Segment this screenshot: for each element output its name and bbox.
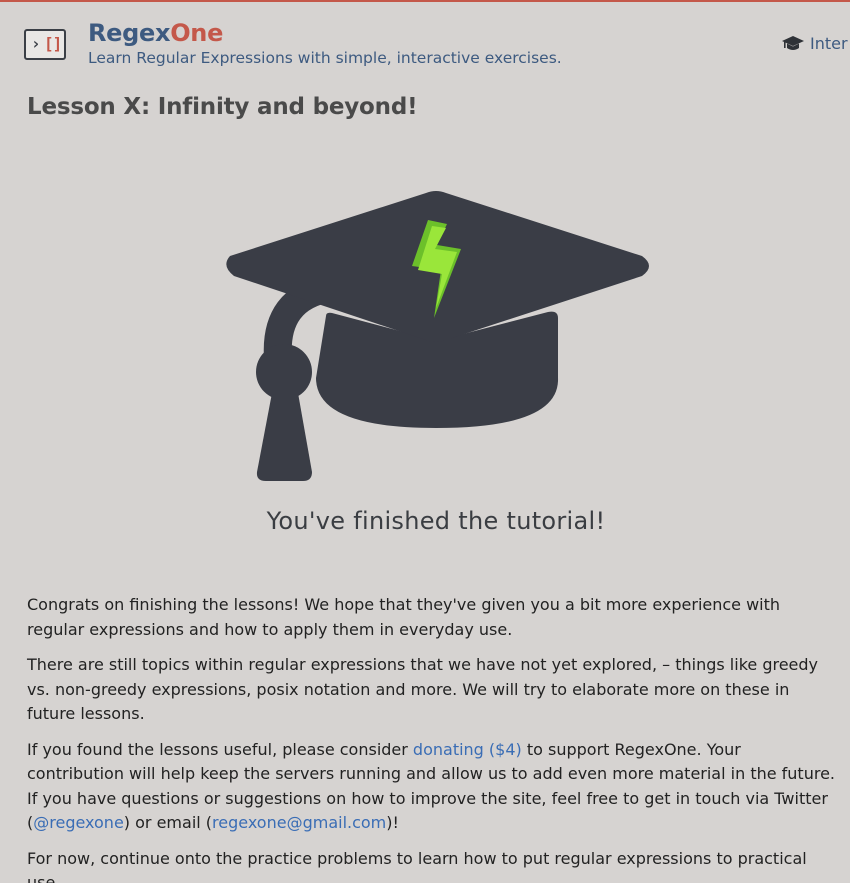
practice-paragraph: For now, continue onto the practice prob… xyxy=(27,848,807,883)
lesson-content: Congrats on finishing the lessons! We ho… xyxy=(27,593,839,883)
logo-brackets: [] xyxy=(44,34,62,53)
regexone-logo-icon[interactable]: › [] xyxy=(24,29,66,60)
email-link[interactable]: regexone@gmail.com xyxy=(212,813,386,832)
nav-interactive-tutorial-link[interactable]: Inter xyxy=(782,32,848,56)
graduation-cap-lightning-icon xyxy=(226,191,649,481)
donate-link[interactable]: donating ($4) xyxy=(413,740,522,759)
brand-regex: Regex xyxy=(88,19,171,47)
page-title: Lesson X: Infinity and beyond! xyxy=(27,94,418,120)
congrats-paragraph: Congrats on finishing the lessons! We ho… xyxy=(27,595,781,639)
support-text-1: If you found the lessons useful, please … xyxy=(27,739,413,759)
logo-chevron: › xyxy=(31,34,41,53)
support-text-4: )! xyxy=(386,813,399,832)
site-header: › [] RegexOne Learn Regular Expressions … xyxy=(0,2,850,82)
graduation-cap-icon xyxy=(782,36,804,50)
support-text-3: ) or email ( xyxy=(123,813,213,832)
brand-one: One xyxy=(170,19,224,47)
tutorial-finished-heading: You've finished the tutorial! xyxy=(266,507,606,535)
nav-label: Inter xyxy=(810,34,848,53)
site-brand[interactable]: RegexOne xyxy=(88,18,223,48)
support-paragraph: If you found the lessons useful, please … xyxy=(27,738,839,836)
topics-paragraph: There are still topics within regular ex… xyxy=(27,655,819,723)
site-tagline: Learn Regular Expressions with simple, i… xyxy=(88,49,562,67)
twitter-link[interactable]: @regexone xyxy=(33,813,124,832)
